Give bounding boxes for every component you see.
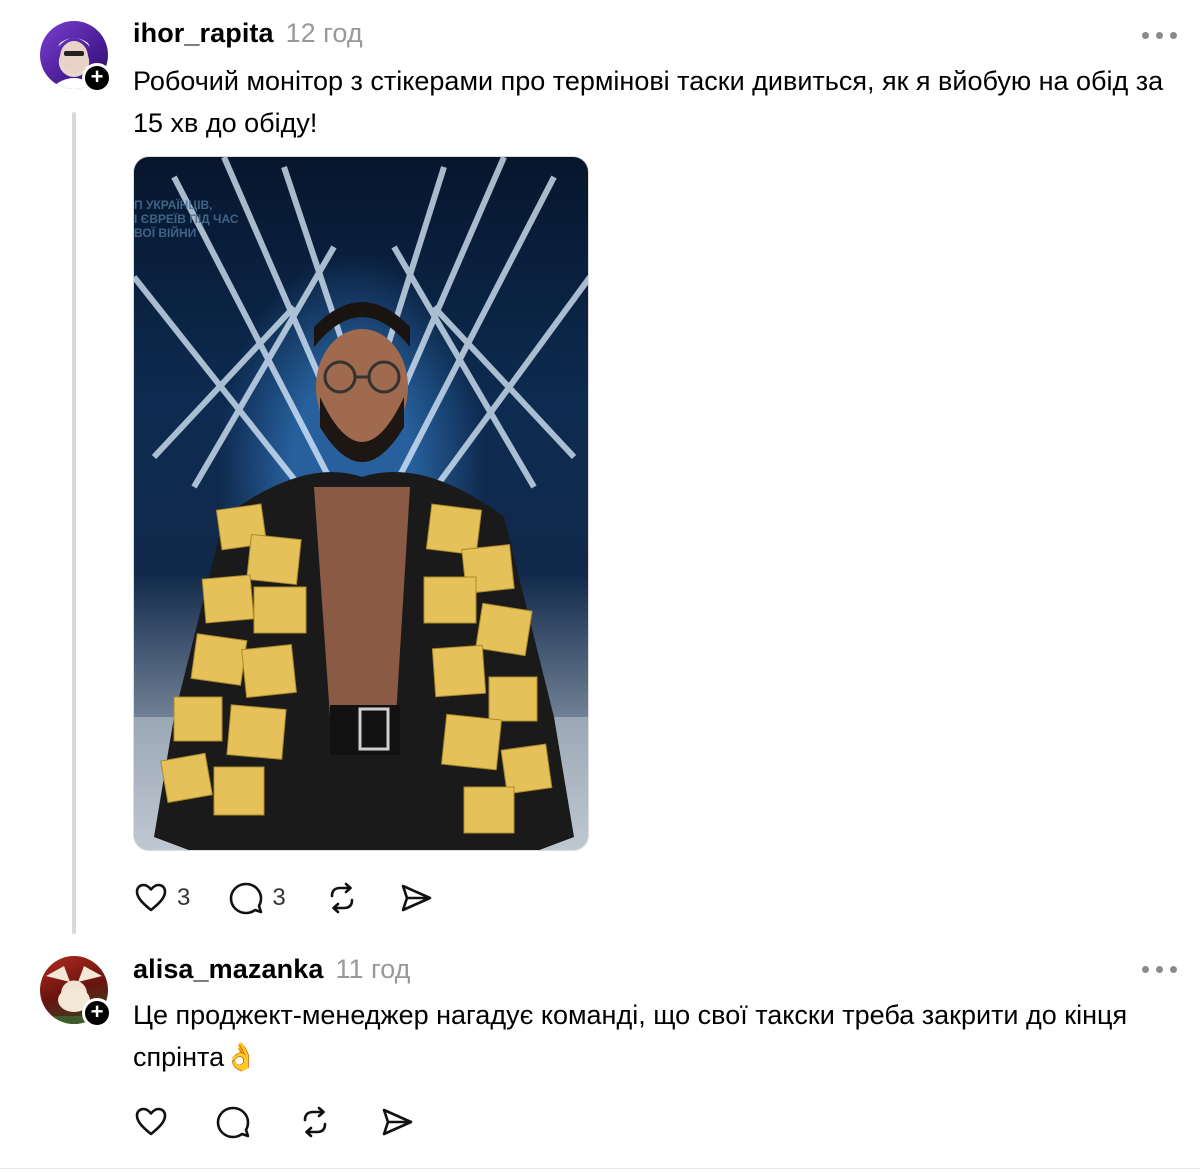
post-header: alisa_mazanka 11 год <box>133 954 410 985</box>
share-button[interactable] <box>379 1102 415 1142</box>
timestamp: 12 год <box>285 18 363 48</box>
avatar-wrapper[interactable]: + <box>40 956 112 1028</box>
heart-icon <box>135 883 167 912</box>
follow-button[interactable]: + <box>82 998 112 1028</box>
post-actions: 3 3 <box>133 878 472 918</box>
post-text: Робочий монітор з стікерами про термінов… <box>133 66 1164 138</box>
post-header: ihor_rapita 12 год <box>133 18 363 49</box>
reply-button[interactable]: 3 <box>228 878 286 918</box>
repost-icon <box>330 882 354 914</box>
send-icon <box>382 1108 413 1136</box>
more-dots-icon[interactable] <box>1142 959 1178 979</box>
overlay-text-line: П УКРАЇНЦІВ, <box>134 197 212 212</box>
share-button[interactable] <box>398 878 434 918</box>
post-alisa-mazanka: + alisa_mazanka 11 год Це проджект-менед… <box>0 940 1200 1173</box>
divider <box>0 1168 1200 1169</box>
timestamp: 11 год <box>335 954 411 984</box>
post-text: Це проджект-менеджер нагадує команді, що… <box>133 1000 1128 1072</box>
more-dots-icon[interactable] <box>1142 25 1178 45</box>
username[interactable]: ihor_rapita <box>133 18 274 49</box>
overlay-text-line: І ЄВРЕЇВ ПІД ЧАС <box>134 211 239 226</box>
reply-count: 3 <box>272 884 286 911</box>
follow-button[interactable]: + <box>82 63 112 93</box>
repost-icon <box>303 1106 327 1138</box>
repost-button[interactable] <box>297 1102 333 1142</box>
heart-icon <box>135 1107 167 1136</box>
post-actions <box>133 1102 453 1142</box>
thread-line <box>72 112 76 934</box>
like-button[interactable] <box>133 1102 169 1142</box>
overlay-text-line: ВОЇ ВІЙНИ <box>134 225 196 240</box>
repost-button[interactable] <box>324 878 360 918</box>
send-icon <box>401 884 432 912</box>
like-count: 3 <box>177 884 191 911</box>
avatar-wrapper[interactable]: + <box>40 21 112 93</box>
comment-icon <box>230 882 263 915</box>
reply-button[interactable] <box>215 1102 251 1142</box>
comment-icon <box>216 1106 250 1139</box>
username[interactable]: alisa_mazanka <box>133 954 323 985</box>
post-image[interactable]: П УКРАЇНЦІВ, І ЄВРЕЇВ ПІД ЧАС ВОЇ ВІЙНИ <box>133 156 589 851</box>
post-ihor-rapita: + ihor_rapita 12 год Робочий монітор з с… <box>0 0 1200 940</box>
like-button[interactable]: 3 <box>133 878 190 918</box>
